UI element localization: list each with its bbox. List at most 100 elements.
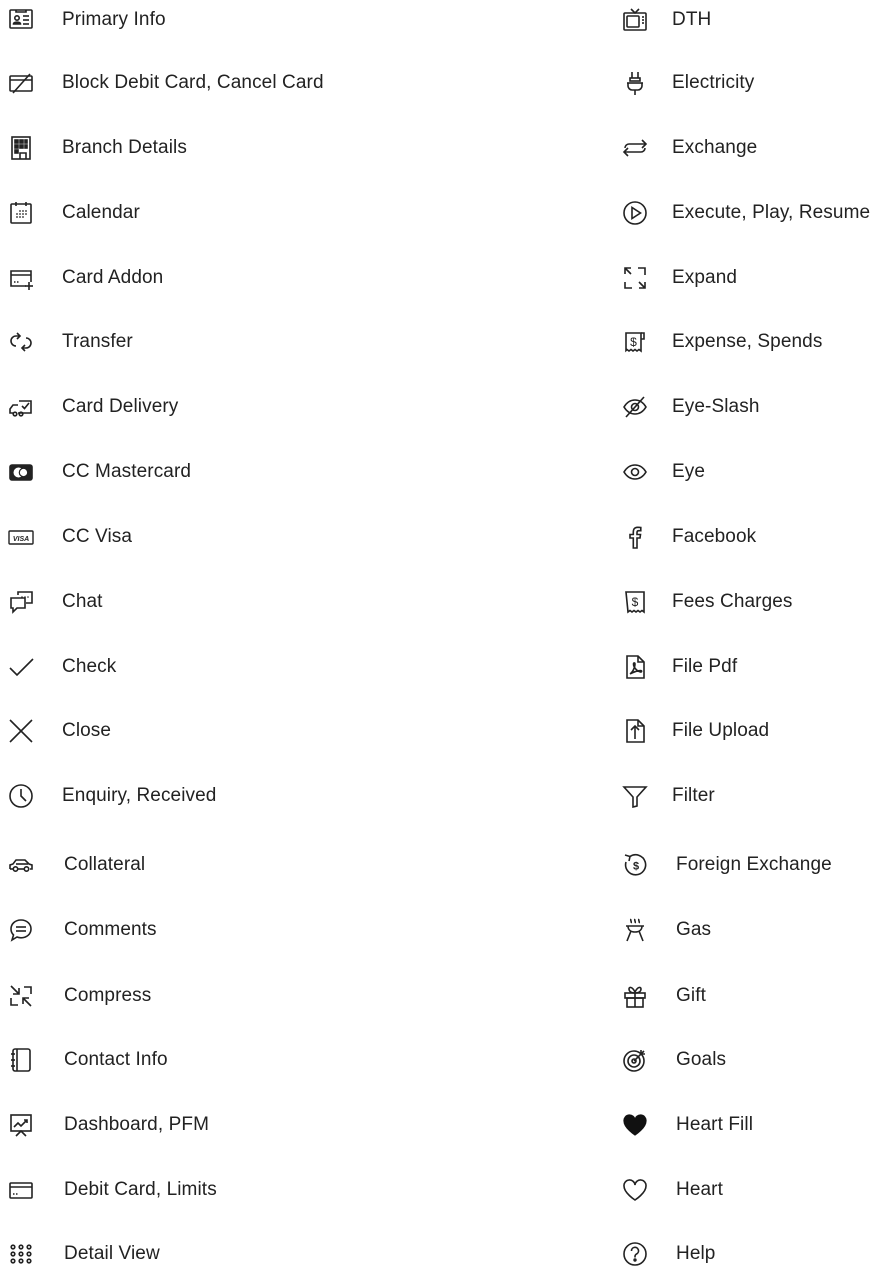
icon-row: Collateral (0, 845, 145, 885)
icon-row: Primary Info (0, 0, 166, 40)
icon-label: Fees Charges (672, 591, 793, 612)
icon-label: Branch Details (62, 137, 187, 158)
svg-text:$: $ (630, 335, 637, 349)
icon-row: Card Delivery (0, 387, 178, 427)
icon-label: Filter (672, 785, 715, 806)
icon-row: Heart (610, 1170, 723, 1210)
icon-label: Debit Card, Limits (64, 1179, 217, 1200)
icon-row: Eye (610, 452, 705, 492)
icon-row: Detail View (0, 1234, 160, 1270)
icon-row: Contact Info (0, 1040, 168, 1080)
icon-row: Heart Fill (610, 1105, 753, 1145)
icon-label: Foreign Exchange (676, 854, 832, 875)
gas-stove-icon (610, 910, 676, 950)
eye-slash-icon (610, 387, 672, 427)
check-icon (0, 647, 62, 687)
icon-row: Dashboard, PFM (0, 1105, 209, 1145)
calendar-icon (0, 193, 62, 233)
debit-card-icon (0, 1170, 64, 1210)
icon-label: CC Visa (62, 526, 133, 547)
icon-row: DTH (610, 0, 711, 40)
icon-row: VISA CC Visa (0, 517, 132, 557)
icon-row: Facebook (610, 517, 756, 557)
icon-label: Exchange (672, 137, 758, 158)
icon-label: Transfer (62, 331, 133, 352)
icon-row: Close (0, 711, 111, 751)
icon-label: File Pdf (672, 656, 738, 677)
comment-icon (0, 910, 64, 950)
icon-row: Help (610, 1234, 715, 1270)
filter-icon (610, 776, 672, 816)
receipt-dollar-icon: $ (610, 322, 672, 362)
icon-label: File Upload (672, 720, 770, 741)
icon-label: Chat (62, 591, 103, 612)
chat-icon (0, 582, 62, 622)
icon-row: Electricity (610, 63, 754, 103)
icon-label: Close (62, 720, 112, 741)
visa-icon: VISA (0, 517, 62, 557)
dashboard-chart-icon (0, 1105, 64, 1145)
tv-icon (610, 0, 672, 40)
card-blocked-icon (0, 63, 62, 103)
icon-row: Exchange (610, 128, 757, 168)
icon-row: $ Expense, Spends (610, 322, 822, 362)
icon-label: Expense, Spends (672, 331, 823, 352)
icon-label: Compress (64, 985, 152, 1006)
help-circle-icon (610, 1234, 676, 1270)
svg-text:VISA: VISA (13, 536, 29, 543)
icon-row: $ Fees Charges (610, 582, 793, 622)
icon-row: Compress (0, 976, 151, 1016)
close-icon (0, 711, 62, 751)
icon-label: Contact Info (64, 1049, 168, 1070)
file-pdf-icon (610, 647, 672, 687)
card-plus-icon (0, 258, 62, 298)
icon-label: Gas (676, 919, 712, 940)
exchange-arrows-icon (610, 128, 672, 168)
icon-row: Gift (610, 976, 706, 1016)
icon-row: $ Foreign Exchange (610, 845, 832, 885)
id-card-icon (0, 0, 62, 40)
icon-label: Card Addon (62, 267, 164, 288)
icon-row: Filter (610, 776, 715, 816)
icon-label: DTH (672, 9, 712, 30)
icon-label: Gift (676, 985, 706, 1006)
eye-icon (610, 452, 672, 492)
icon-row: Transfer (0, 322, 133, 362)
heart-fill-icon (610, 1105, 676, 1145)
svg-text:$: $ (632, 595, 639, 609)
icon-row: File Pdf (610, 647, 737, 687)
icon-row: Branch Details (0, 128, 187, 168)
building-icon (0, 128, 62, 168)
address-book-icon (0, 1040, 64, 1080)
icon-label: Heart Fill (676, 1114, 754, 1135)
icon-label: Eye-Slash (672, 396, 760, 417)
icon-label: Primary Info (62, 9, 166, 30)
clock-icon (0, 776, 62, 816)
icon-row: Comments (0, 910, 157, 950)
gift-icon (610, 976, 676, 1016)
icon-row: Execute, Play, Resume (610, 193, 870, 233)
icon-label: Dashboard, PFM (64, 1114, 210, 1135)
expand-icon (610, 258, 672, 298)
icon-label: CC Mastercard (62, 461, 192, 482)
icon-label: Electricity (672, 72, 755, 93)
icon-label: Detail View (64, 1243, 160, 1264)
foreign-exchange-icon: $ (610, 845, 676, 885)
icon-row: Check (0, 647, 116, 687)
plug-icon (610, 63, 672, 103)
icon-label: Comments (64, 919, 157, 940)
icon-row: Enquiry, Received (0, 776, 216, 816)
icon-row: Block Debit Card, Cancel Card (0, 63, 324, 103)
icon-label: Collateral (64, 854, 146, 875)
icon-row: File Upload (610, 711, 769, 751)
icon-label: Check (62, 656, 117, 677)
icon-row: CC Mastercard (0, 452, 191, 492)
icon-row: Card Addon (0, 258, 163, 298)
car-icon (0, 845, 64, 885)
icon-label: Calendar (62, 202, 140, 223)
icon-label: Eye (672, 461, 706, 482)
icon-label: Enquiry, Received (62, 785, 217, 806)
heart-icon (610, 1170, 676, 1210)
compress-icon (0, 976, 64, 1016)
icon-label: Goals (676, 1049, 727, 1070)
